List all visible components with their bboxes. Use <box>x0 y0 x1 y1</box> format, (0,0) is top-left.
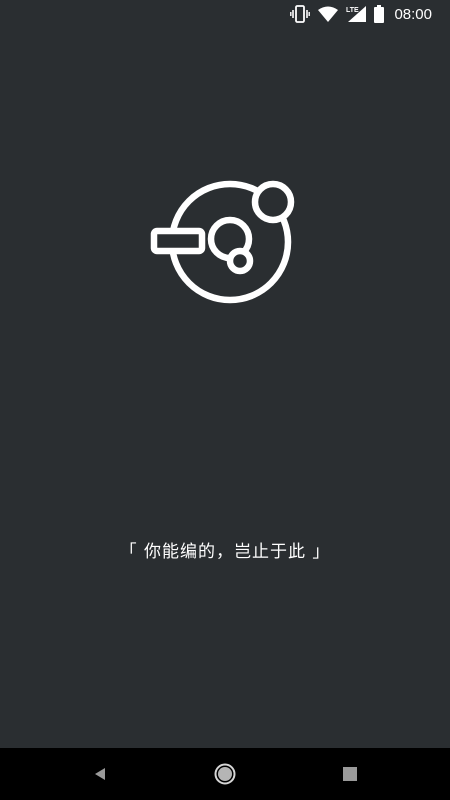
vibrate-icon <box>290 5 311 23</box>
navigation-bar <box>0 748 450 800</box>
back-triangle-icon <box>95 768 105 780</box>
wifi-icon <box>318 6 339 22</box>
battery-icon <box>374 5 385 23</box>
cellular-signal-icon: LTE <box>346 5 367 23</box>
splash-screen: LTE 08:00 「 你能编的，岂止于此 」 <box>0 0 450 800</box>
network-label: LTE <box>346 7 359 14</box>
splash-slogan: 「 你能编的，岂止于此 」 <box>119 542 331 562</box>
home-circle-icon <box>214 763 236 785</box>
recent-apps-button[interactable] <box>320 748 380 800</box>
back-button[interactable] <box>70 748 130 800</box>
status-bar: LTE 08:00 <box>0 0 450 28</box>
status-clock: 08:00 <box>394 5 432 23</box>
status-icons: LTE 08:00 <box>290 5 432 23</box>
home-button[interactable] <box>195 748 255 800</box>
recent-square-icon <box>343 767 357 781</box>
orbit-logo-icon <box>145 172 305 312</box>
